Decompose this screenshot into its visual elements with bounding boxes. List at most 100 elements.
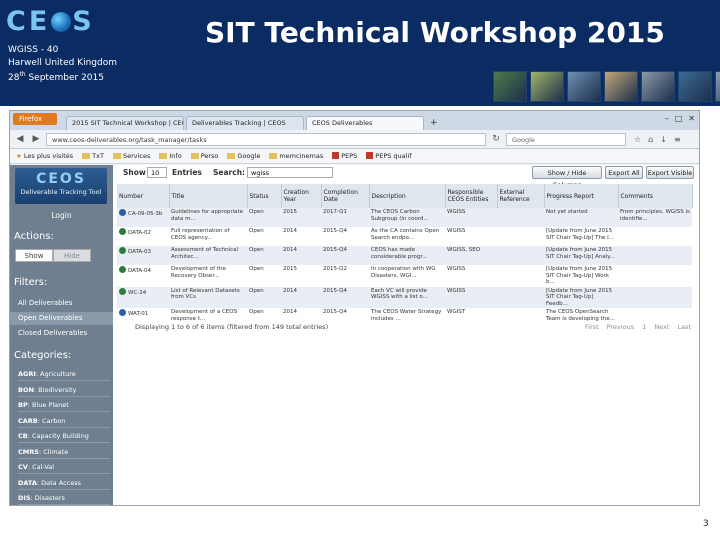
category-item[interactable]: DIS: Disasters [18, 492, 110, 505]
deliverable-number[interactable]: WAT-01 [128, 311, 148, 317]
entries-select[interactable]: 10 [147, 167, 167, 178]
category-item[interactable]: BP: Blue Planet [18, 399, 110, 412]
maximize-icon[interactable]: □ [675, 114, 683, 123]
deliverable-number[interactable]: DATA-02 [128, 230, 151, 236]
deliverable-number[interactable]: WC-24 [128, 290, 146, 296]
category-item[interactable]: CV: Cal-Val [18, 461, 110, 474]
view-icon[interactable] [119, 228, 126, 235]
category-code: AGRI [18, 370, 36, 378]
category-item[interactable]: CMRS: Climate [18, 446, 110, 459]
column-header[interactable]: Number [117, 184, 170, 208]
bookmark-item[interactable]: Info [159, 152, 182, 160]
table-search-input[interactable]: wgiss [247, 167, 333, 178]
view-icon[interactable] [119, 247, 126, 254]
bookmark-item[interactable]: memcinemas [269, 152, 323, 160]
filters-heading: Filters: [14, 277, 48, 288]
cell-number[interactable]: DATA-02 [117, 227, 169, 246]
column-header[interactable]: Completion Date [321, 184, 370, 208]
home-icon[interactable]: ⌂ [648, 135, 653, 144]
deliverable-number[interactable]: DATA-04 [128, 268, 151, 274]
category-item[interactable]: BON: Biodiversity [18, 384, 110, 397]
show-toggle-button[interactable]: Show [15, 249, 53, 262]
column-header[interactable]: Description [369, 184, 446, 208]
cell-title: Development of the Recovery Obser... [169, 265, 247, 287]
column-header[interactable]: Responsible CEOS Entities [445, 184, 498, 208]
pager-last[interactable]: Last [677, 323, 691, 331]
browser-tab[interactable]: 2015 SIT Technical Workshop | CEOS [66, 116, 184, 130]
bookmark-icon [332, 152, 340, 159]
firefox-menu-button[interactable]: Firefox [13, 113, 57, 125]
bookmark-label: PEPS qualif [375, 152, 412, 160]
category-item[interactable]: DATA: Data Access [18, 477, 110, 490]
bookmark-item[interactable]: PEPS qualif [366, 152, 412, 160]
bookmark-item[interactable]: Google [227, 152, 260, 160]
workshop-info: WGISS - 40 Harwell United Kingdom 28th S… [8, 44, 117, 85]
back-icon[interactable]: ◀ [14, 134, 26, 144]
hide-toggle-button[interactable]: Hide [53, 249, 91, 262]
category-item[interactable]: AGRI: Agriculture [18, 368, 110, 381]
category-item[interactable]: CARB: Carbon [18, 415, 110, 428]
pager-1[interactable]: 1 [642, 323, 646, 331]
table-row[interactable]: DATA-03 Assessment of Technical Architec.… [117, 246, 692, 265]
cell-number[interactable]: WC-24 [117, 286, 169, 308]
category-item[interactable]: CB: Capacity Building [18, 430, 110, 443]
view-icon[interactable] [119, 309, 126, 316]
bookmark-item[interactable]: Perso [190, 152, 219, 160]
login-link[interactable]: Login [10, 211, 113, 220]
thumbnail-image [641, 71, 675, 102]
category-code: DATA [18, 478, 37, 487]
table-row[interactable]: DATA-04 Development of the Recovery Obser… [117, 265, 692, 287]
bookmark-item[interactable]: PEPS [332, 152, 357, 160]
bookmark-label: Perso [200, 152, 219, 160]
deliverable-number[interactable]: CA-09-05-3b [128, 211, 162, 217]
browser-search-box[interactable]: Google [506, 132, 626, 146]
bookmark-item[interactable]: TxT [82, 152, 104, 160]
cell-number[interactable]: DATA-04 [117, 265, 169, 287]
bookmark-item[interactable]: Services [112, 152, 150, 160]
column-header[interactable]: External Reference [497, 184, 545, 208]
info-line-date: 28th September 2015 [8, 71, 104, 83]
cell-comments [618, 227, 692, 246]
pager-first[interactable]: First [585, 323, 599, 331]
slide-header: CE S WGISS - 40 Harwell United Kingdom 28… [0, 0, 720, 106]
filter-item[interactable]: Closed Deliverables [10, 327, 113, 340]
browser-tab[interactable]: Deliverables Tracking | CEOS [186, 116, 304, 130]
table-controls: Show 10 Entries Search: wgiss Show / Hid… [117, 165, 697, 189]
view-icon[interactable] [119, 287, 126, 295]
cell-number[interactable]: DATA-03 [117, 246, 169, 265]
reload-icon[interactable]: ↻ [490, 134, 502, 144]
menu-icon[interactable]: ≡ [674, 135, 681, 144]
bookmark-star-icon[interactable]: ☆ [634, 135, 641, 144]
new-tab-icon[interactable]: + [430, 116, 438, 130]
column-header[interactable]: Progress Report [544, 184, 619, 208]
filter-item[interactable]: Open Deliverables [10, 312, 113, 325]
forward-icon[interactable]: ▶ [30, 134, 42, 144]
show-hide-columns-button[interactable]: Show / Hide Columns [532, 166, 602, 189]
deliverable-number[interactable]: DATA-03 [128, 249, 151, 255]
bookmark-item[interactable]: ★ Les plus visités [16, 152, 73, 160]
column-header[interactable]: Comments [618, 184, 693, 208]
address-bar[interactable]: www.ceos-deliverables.org/task_manager/t… [46, 132, 486, 146]
column-header[interactable]: Status [247, 184, 282, 208]
table-row[interactable]: CA-09-05-3b Guidelines for appropriate da… [117, 208, 692, 227]
column-header[interactable]: Creation Year [281, 184, 322, 208]
minimize-icon[interactable]: – [665, 114, 669, 123]
browser-tab[interactable]: CEOS Deliverables [306, 116, 424, 130]
table-row[interactable]: WC-24 List of Relevant Datasets from VCs O… [117, 286, 692, 308]
table-row[interactable]: DATA-02 Full representation of CEOS agenc… [117, 227, 692, 246]
close-window-icon[interactable]: ✕ [688, 114, 695, 123]
cell-title: Full representation of CEOS agency... [169, 227, 247, 246]
export-visible-button[interactable]: Export Visible [646, 166, 694, 179]
app-logo[interactable]: CEOS Deliverable Tracking Tool [15, 168, 107, 204]
export-all-button[interactable]: Export All [605, 166, 643, 179]
view-icon[interactable] [119, 209, 126, 216]
view-icon[interactable] [119, 266, 126, 273]
pager-previous[interactable]: Previous [607, 323, 634, 331]
bookmark-label: Google [237, 152, 261, 160]
cell-number[interactable]: CA-09-05-3b [117, 208, 169, 227]
filter-item[interactable]: All Deliverables [10, 297, 113, 310]
download-icon[interactable]: ↓ [660, 135, 667, 144]
column-header[interactable]: Title [169, 184, 248, 208]
pager-next[interactable]: Next [654, 323, 669, 331]
cell-status: Open [247, 227, 281, 246]
